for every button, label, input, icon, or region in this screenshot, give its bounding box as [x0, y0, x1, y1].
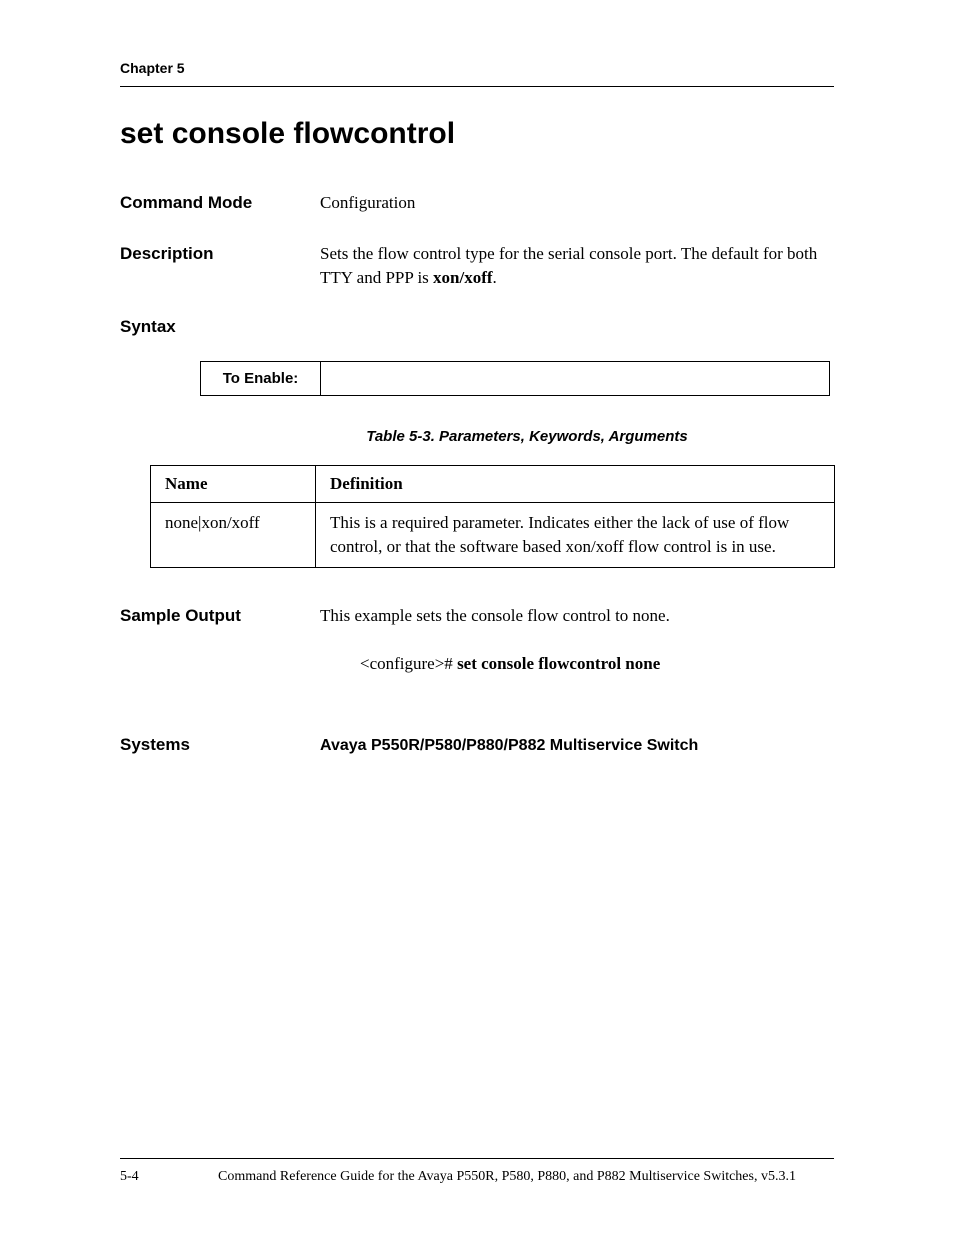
systems-label: Systems [120, 735, 320, 755]
syntax-enable-label: To Enable: [201, 361, 321, 395]
systems-row: Systems Avaya P550R/P580/P880/P882 Multi… [120, 734, 834, 757]
sample-command-prefix: <configure># [360, 654, 457, 673]
syntax-label: Syntax [120, 317, 834, 337]
page-footer: 5-4 Command Reference Guide for the Avay… [120, 1158, 834, 1185]
sample-command-bold: set console flowcontrol none [457, 654, 660, 673]
sample-command: <configure># set console flowcontrol non… [360, 654, 834, 674]
description-label: Description [120, 244, 320, 264]
chapter-header: Chapter 5 [120, 60, 834, 87]
param-name: none|xon/xoff [151, 502, 316, 567]
sample-output-row: Sample Output This example sets the cons… [120, 604, 834, 629]
table-row: none|xon/xoff This is a required paramet… [151, 502, 835, 567]
footer-text: Command Reference Guide for the Avaya P5… [180, 1169, 834, 1185]
description-row: Description Sets the flow control type f… [120, 242, 834, 291]
params-header-definition: Definition [316, 465, 835, 502]
params-header-name: Name [151, 465, 316, 502]
syntax-enable-value [321, 361, 830, 395]
params-header-row: Name Definition [151, 465, 835, 502]
description-text-1: Sets the flow control type for the seria… [320, 244, 817, 288]
command-mode-row: Command Mode Configuration [120, 191, 834, 216]
description-value: Sets the flow control type for the seria… [320, 242, 834, 291]
sample-output-text: This example sets the console flow contr… [320, 604, 834, 629]
sample-output-label: Sample Output [120, 606, 320, 626]
params-table: Name Definition none|xon/xoff This is a … [150, 465, 835, 568]
param-definition: This is a required parameter. Indicates … [316, 502, 835, 567]
page-title: set console flowcontrol [120, 117, 834, 151]
syntax-enable-row: To Enable: [201, 361, 830, 395]
command-mode-value: Configuration [320, 191, 834, 216]
footer-page-number: 5-4 [120, 1169, 180, 1185]
description-bold: xon/xoff [433, 268, 493, 287]
systems-value: Avaya P550R/P580/P880/P882 Multiservice … [320, 734, 834, 757]
command-mode-label: Command Mode [120, 193, 320, 213]
table-caption: Table 5-3. Parameters, Keywords, Argumen… [220, 428, 834, 445]
syntax-table: To Enable: [200, 361, 830, 396]
description-text-2: . [493, 268, 497, 287]
